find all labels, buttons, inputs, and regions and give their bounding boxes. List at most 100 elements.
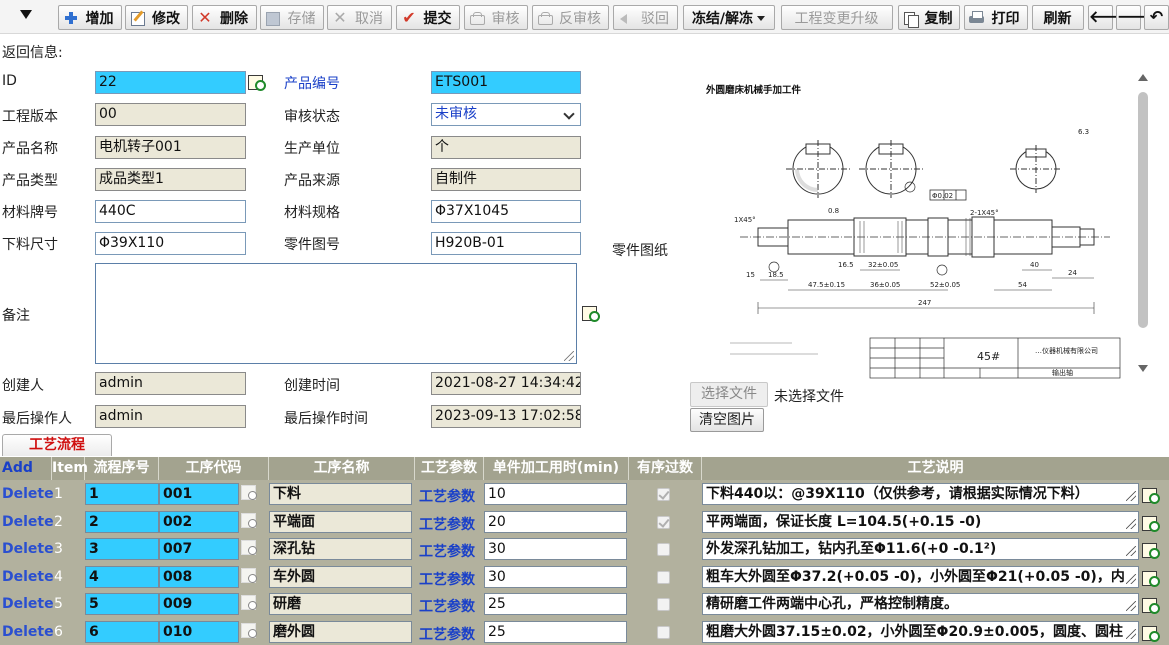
row-params-link[interactable]: 工艺参数 <box>419 541 475 561</box>
resize-grip-icon[interactable] <box>1126 628 1136 639</box>
row-desc-pick-icon[interactable] <box>1142 515 1160 533</box>
scroll-down-icon[interactable] <box>1138 365 1148 372</box>
product-name-field[interactable]: 电机转子001 <box>95 136 246 159</box>
row-code-field[interactable]: 009 <box>159 593 239 615</box>
row-code-pick-icon[interactable] <box>240 512 258 530</box>
row-desc-pick-icon[interactable] <box>1142 597 1160 615</box>
clear-image-button[interactable]: 清空图片 <box>690 408 764 432</box>
material-grade-field[interactable]: 440C <box>95 200 246 223</box>
prev-arrow-icon[interactable]: 🡐 <box>1088 5 1132 30</box>
audit-status-select[interactable]: 未审核 <box>431 103 581 126</box>
row-seq-field[interactable]: 1 <box>85 483 159 505</box>
last-op-time-field[interactable]: 2023-09-13 17:02:58 <box>431 405 581 428</box>
row-params-link[interactable]: 工艺参数 <box>419 624 475 644</box>
pick-record-icon[interactable] <box>248 73 266 91</box>
collapse-triangle-icon[interactable] <box>14 4 38 26</box>
drawing-scrollbar[interactable] <box>1137 72 1149 372</box>
row-delete-link[interactable]: Delete <box>2 514 54 530</box>
row-desc-field[interactable]: 粗车大外圆至Φ37.2(+0.05 -0)，小外圆至Φ21(+0.05 -0)，… <box>702 565 1139 588</box>
row-time-field[interactable]: 25 <box>484 620 627 643</box>
product-type-field[interactable]: 成品类型1 <box>95 168 246 191</box>
row-code-pick-icon[interactable] <box>240 484 258 502</box>
row-delete-link[interactable]: Delete <box>2 541 54 557</box>
refresh-button[interactable]: 刷新 <box>1032 5 1084 30</box>
product-source-field[interactable]: 自制件 <box>431 168 581 191</box>
row-desc-field[interactable]: 精研磨工件两端中心孔，严格控制精度。 <box>702 593 1139 615</box>
row-code-pick-icon[interactable] <box>240 539 258 557</box>
row-code-field[interactable]: 007 <box>159 538 239 560</box>
drawing-no-field[interactable]: H920B-01 <box>431 232 581 255</box>
row-desc-field[interactable]: 外发深孔钻加工，钻内孔至Φ11.6(+0 -0.1²) <box>702 538 1139 560</box>
row-time-field[interactable]: 10 <box>484 483 627 505</box>
grid-add-link[interactable]: Add <box>0 457 52 480</box>
resize-grip-icon[interactable] <box>1126 546 1136 556</box>
row-ordered-checkbox[interactable] <box>657 543 670 556</box>
row-delete-link[interactable]: Delete <box>2 624 54 640</box>
row-code-field[interactable]: 008 <box>159 565 239 588</box>
unaudit-button[interactable]: 反审核 <box>532 5 609 30</box>
row-ordered-checkbox[interactable] <box>657 570 670 584</box>
row-time-field[interactable]: 30 <box>484 538 627 560</box>
row-code-field[interactable]: 002 <box>159 510 239 533</box>
remark-pick-icon[interactable] <box>582 304 600 322</box>
row-time-field[interactable]: 30 <box>484 565 627 588</box>
row-desc-pick-icon[interactable] <box>1142 487 1160 505</box>
row-name-field[interactable]: 深孔钻 <box>269 538 412 560</box>
remark-textarea[interactable] <box>95 263 577 364</box>
row-code-pick-icon[interactable] <box>240 567 258 585</box>
submit-button[interactable]: ✔ 提交 <box>396 5 460 30</box>
row-code-field[interactable]: 010 <box>159 620 239 643</box>
resize-grip-icon[interactable] <box>1126 573 1136 584</box>
product-code-field[interactable]: ETS001 <box>431 71 581 94</box>
row-ordered-checkbox[interactable] <box>657 515 670 529</box>
undo-arrow-icon[interactable]: ↶ <box>1144 5 1169 30</box>
audit-button[interactable]: 审核 <box>464 5 528 30</box>
row-desc-pick-icon[interactable] <box>1142 625 1160 643</box>
print-button[interactable]: 打印 <box>964 5 1028 30</box>
scroll-thumb[interactable] <box>1138 92 1148 328</box>
row-name-field[interactable]: 车外圆 <box>269 565 412 588</box>
row-seq-field[interactable]: 6 <box>85 620 159 643</box>
row-code-field[interactable]: 001 <box>159 483 239 505</box>
row-seq-field[interactable]: 4 <box>85 565 159 588</box>
row-code-pick-icon[interactable] <box>240 622 258 640</box>
save-button[interactable]: 存储 <box>260 5 324 30</box>
row-desc-field[interactable]: 下料440以：@39X110（仅供参考，请根据实际情况下料） <box>702 483 1139 505</box>
row-name-field[interactable]: 研磨 <box>269 593 412 615</box>
row-ordered-checkbox[interactable] <box>657 625 670 639</box>
freeze-dropdown-button[interactable]: 冻结/解冻 <box>683 5 775 30</box>
row-name-field[interactable]: 下料 <box>269 483 412 505</box>
resize-grip-icon[interactable] <box>1126 491 1136 501</box>
resize-grip-icon[interactable] <box>564 351 574 361</box>
row-seq-field[interactable]: 2 <box>85 510 159 533</box>
edit-button[interactable]: 修改 <box>125 5 188 30</box>
choose-file-button[interactable]: 选择文件 <box>690 382 768 407</box>
row-desc-pick-icon[interactable] <box>1142 570 1160 588</box>
row-time-field[interactable]: 25 <box>484 593 627 615</box>
last-operator-field[interactable]: admin <box>95 405 246 428</box>
row-ordered-checkbox[interactable] <box>657 488 670 501</box>
row-name-field[interactable]: 磨外圆 <box>269 620 412 643</box>
next-arrow-icon[interactable]: 🡒 <box>1116 5 1160 30</box>
row-params-link[interactable]: 工艺参数 <box>419 486 475 506</box>
row-params-link[interactable]: 工艺参数 <box>419 569 475 589</box>
row-delete-link[interactable]: Delete <box>2 486 54 502</box>
row-delete-link[interactable]: Delete <box>2 596 54 612</box>
material-spec-field[interactable]: Φ37X1045 <box>431 200 581 223</box>
cancel-button[interactable]: ✕ 取消 <box>327 5 392 30</box>
row-delete-link[interactable]: Delete <box>2 569 54 585</box>
resize-grip-icon[interactable] <box>1126 601 1136 611</box>
row-params-link[interactable]: 工艺参数 <box>419 596 475 616</box>
row-code-pick-icon[interactable] <box>240 594 258 612</box>
row-name-field[interactable]: 平端面 <box>269 510 412 533</box>
delete-button[interactable]: ✕ 删除 <box>192 5 257 30</box>
add-button[interactable]: 增加 <box>58 5 122 30</box>
row-desc-field[interactable]: 平两端面，保证长度 L=104.5(+0.15 -0) <box>702 510 1139 533</box>
reject-button[interactable]: 驳回 <box>613 5 678 30</box>
row-desc-pick-icon[interactable] <box>1142 542 1160 560</box>
row-ordered-checkbox[interactable] <box>657 598 670 611</box>
scroll-up-icon[interactable] <box>1138 74 1148 81</box>
tab-process-flow[interactable]: 工艺流程 <box>2 434 112 456</box>
upgrade-button[interactable]: 工程变更升级 <box>781 5 893 30</box>
cut-size-field[interactable]: Φ39X110 <box>95 232 246 255</box>
